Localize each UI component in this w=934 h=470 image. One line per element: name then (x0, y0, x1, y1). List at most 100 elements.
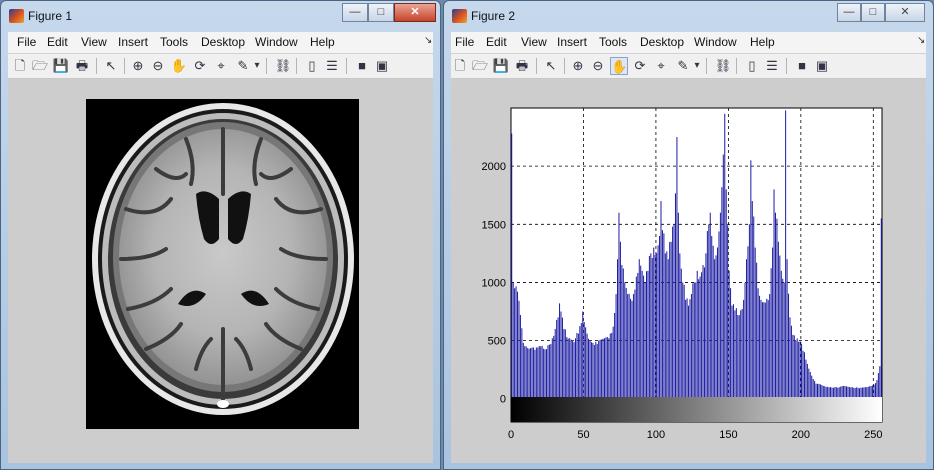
menu-window[interactable]: Window (694, 35, 737, 49)
histogram-bar (770, 268, 772, 399)
menu-help[interactable]: Help (750, 35, 775, 49)
histogram-bar (677, 212, 679, 399)
histogram-bar (617, 259, 619, 399)
figure2-titlebar[interactable]: Figure 2 — □ ✕ (444, 1, 933, 31)
menu-tools[interactable]: Tools (599, 35, 627, 49)
histogram-bar (590, 342, 592, 399)
toolbar-separator (346, 58, 347, 74)
menu-file[interactable]: File (17, 35, 36, 49)
legend-icon[interactable]: ☰ (763, 57, 781, 75)
menu-insert[interactable]: Insert (118, 35, 148, 49)
print-icon[interactable]: 🖶 (513, 57, 531, 75)
histogram-bar (680, 268, 682, 399)
histogram-bar (756, 262, 758, 399)
menu-window[interactable]: Window (255, 35, 298, 49)
minimize-button[interactable]: — (342, 3, 368, 22)
figure1-window: Figure 1 — □ ✕ File Edit View Insert Too… (0, 0, 441, 470)
show-plot-tools-icon[interactable]: ▣ (373, 57, 391, 75)
menu-desktop[interactable]: Desktop (640, 35, 684, 49)
new-figure-icon[interactable]: 🗋 (11, 57, 29, 75)
dock-arrow-icon[interactable]: ↘ (917, 35, 925, 46)
edit-plot-arrow-icon[interactable]: ↖ (542, 57, 560, 75)
histogram-bar (872, 385, 874, 399)
menu-file[interactable]: File (455, 35, 474, 49)
new-figure-icon[interactable]: 🗋 (451, 57, 469, 75)
legend-icon[interactable]: ☰ (323, 57, 341, 75)
histogram-bar (669, 242, 671, 399)
brush-icon[interactable]: ✎ (674, 57, 692, 75)
rotate-3d-icon[interactable]: ⟳ (191, 57, 209, 75)
histogram-bar (786, 259, 788, 399)
colorbar-icon[interactable]: ▯ (743, 57, 761, 75)
pan-hand-icon[interactable]: ✋ (170, 57, 188, 75)
open-file-icon[interactable]: 🗁 (31, 57, 49, 75)
menu-desktop[interactable]: Desktop (201, 35, 245, 49)
pan-hand-icon[interactable]: ✋ (610, 57, 628, 75)
maximize-button[interactable]: □ (368, 3, 394, 22)
data-cursor-icon[interactable]: ⌖ (652, 57, 670, 75)
histogram-bar (538, 345, 540, 399)
histogram-bar (561, 317, 563, 399)
histogram-bar (611, 332, 613, 399)
menu-help[interactable]: Help (310, 35, 335, 49)
close-button[interactable]: ✕ (394, 3, 436, 22)
histogram-bar (705, 253, 707, 399)
x-tick-label: 150 (719, 429, 737, 441)
menu-edit[interactable]: Edit (486, 35, 507, 49)
brush-icon[interactable]: ✎ (234, 57, 252, 75)
histogram-bar (719, 212, 721, 399)
histogram-bar (530, 348, 532, 399)
histogram-bar (877, 373, 879, 399)
histogram-bar (544, 349, 546, 399)
zoom-in-icon[interactable]: ⊕ (129, 57, 147, 75)
figure1-titlebar[interactable]: Figure 1 — □ ✕ (1, 1, 440, 31)
menu-tools[interactable]: Tools (160, 35, 188, 49)
menu-insert[interactable]: Insert (557, 35, 587, 49)
y-tick-label: 0 (500, 394, 506, 406)
data-cursor-icon[interactable]: ⌖ (212, 57, 230, 75)
menu-edit[interactable]: Edit (47, 35, 68, 49)
histogram-bar (792, 334, 794, 399)
zoom-out-icon[interactable]: ⊖ (149, 57, 167, 75)
histogram-bar (879, 366, 881, 399)
rotate-3d-icon[interactable]: ⟳ (631, 57, 649, 75)
brush-dropdown-icon[interactable]: ▾ (252, 57, 262, 75)
edit-plot-arrow-icon[interactable]: ↖ (102, 57, 120, 75)
histogram-bar (870, 386, 872, 399)
save-icon[interactable]: 💾 (52, 57, 70, 75)
open-file-icon[interactable]: 🗁 (471, 57, 489, 75)
menu-view[interactable]: View (81, 35, 107, 49)
histogram-bar (615, 294, 617, 399)
histogram-bar (830, 387, 832, 399)
zoom-out-icon[interactable]: ⊖ (589, 57, 607, 75)
hide-plot-tools-icon[interactable]: ■ (353, 57, 371, 75)
histogram-bar (547, 345, 549, 399)
histogram-bar (599, 339, 601, 399)
link-plot-icon[interactable]: ⛓ (274, 57, 292, 75)
histogram-bar (811, 375, 813, 399)
show-plot-tools-icon[interactable]: ▣ (813, 57, 831, 75)
histogram-bar (673, 224, 675, 399)
close-button[interactable]: ✕ (885, 3, 925, 22)
print-icon[interactable]: 🖶 (73, 57, 91, 75)
histogram-bar (814, 380, 816, 399)
histogram-bar (685, 299, 687, 399)
colorbar-icon[interactable]: ▯ (303, 57, 321, 75)
histogram-bar (557, 317, 559, 399)
brush-dropdown-icon[interactable]: ▾ (692, 57, 702, 75)
histogram-bar (602, 338, 604, 399)
histogram-bar (743, 299, 745, 399)
histogram-bar (721, 187, 723, 399)
link-plot-icon[interactable]: ⛓ (714, 57, 732, 75)
dock-arrow-icon[interactable]: ↘ (424, 35, 432, 46)
maximize-button[interactable]: □ (861, 3, 885, 22)
histogram-bar (711, 235, 713, 399)
zoom-in-icon[interactable]: ⊕ (569, 57, 587, 75)
histogram-bar (703, 267, 705, 399)
minimize-button[interactable]: — (837, 3, 861, 22)
hide-plot-tools-icon[interactable]: ■ (793, 57, 811, 75)
menu-view[interactable]: View (521, 35, 547, 49)
histogram-bar (535, 347, 537, 399)
save-icon[interactable]: 💾 (492, 57, 510, 75)
histogram-bar (574, 338, 576, 399)
